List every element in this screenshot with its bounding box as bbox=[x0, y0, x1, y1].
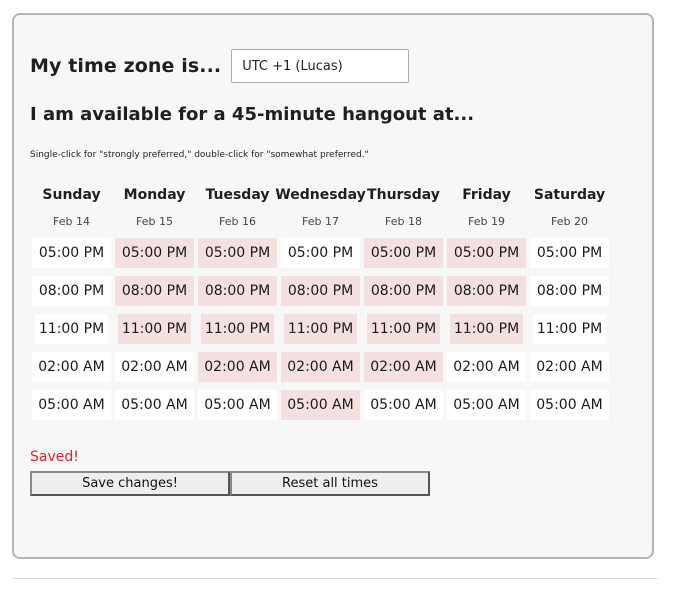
time-slot[interactable]: 11:00 PM bbox=[117, 314, 192, 344]
action-buttons: Save changes! Reset all times bbox=[30, 471, 430, 496]
time-slot[interactable]: 05:00 AM bbox=[115, 390, 194, 420]
day-date: Feb 18 bbox=[385, 215, 422, 228]
time-slot[interactable]: 11:00 PM bbox=[283, 314, 358, 344]
time-slot[interactable]: 08:00 PM bbox=[115, 276, 194, 306]
day-column-thursday: Thursday Feb 18 05:00 PM 08:00 PM 11:00 … bbox=[362, 184, 445, 420]
time-slot[interactable]: 05:00 PM bbox=[281, 238, 360, 268]
availability-heading: I am available for a 45-minute hangout a… bbox=[30, 104, 475, 125]
time-slot[interactable]: 08:00 PM bbox=[447, 276, 526, 306]
day-column-sunday: Sunday Feb 14 05:00 PM 08:00 PM 11:00 PM… bbox=[30, 184, 113, 420]
time-slot[interactable]: 11:00 PM bbox=[532, 314, 607, 344]
time-slot[interactable]: 05:00 PM bbox=[198, 238, 277, 268]
time-slot[interactable]: 02:00 AM bbox=[281, 352, 360, 382]
time-slot[interactable]: 08:00 PM bbox=[32, 276, 111, 306]
time-slot[interactable]: 08:00 PM bbox=[281, 276, 360, 306]
time-slot[interactable]: 08:00 PM bbox=[364, 276, 443, 306]
time-slot[interactable]: 05:00 AM bbox=[447, 390, 526, 420]
time-slot[interactable]: 05:00 PM bbox=[115, 238, 194, 268]
time-slot[interactable]: 05:00 AM bbox=[198, 390, 277, 420]
instructions-text: Single-click for "strongly preferred," d… bbox=[30, 150, 369, 160]
time-slot[interactable]: 08:00 PM bbox=[198, 276, 277, 306]
time-slot[interactable]: 05:00 AM bbox=[32, 390, 111, 420]
day-name: Tuesday bbox=[205, 187, 270, 203]
timezone-input[interactable] bbox=[231, 49, 410, 83]
day-column-wednesday: Wednesday Feb 17 05:00 PM 08:00 PM 11:00… bbox=[275, 184, 366, 420]
time-slot[interactable]: 11:00 PM bbox=[200, 314, 275, 344]
day-date: Feb 20 bbox=[551, 215, 588, 228]
day-name: Saturday bbox=[533, 187, 606, 203]
time-slot[interactable]: 02:00 AM bbox=[32, 352, 111, 382]
day-name: Sunday bbox=[42, 187, 101, 203]
time-slot[interactable]: 02:00 AM bbox=[530, 352, 609, 382]
time-slot[interactable]: 05:00 PM bbox=[447, 238, 526, 268]
day-column-saturday: Saturday Feb 20 05:00 PM 08:00 PM 11:00 … bbox=[528, 184, 611, 420]
timezone-row: My time zone is... bbox=[30, 49, 410, 83]
availability-grid: Sunday Feb 14 05:00 PM 08:00 PM 11:00 PM… bbox=[30, 184, 614, 420]
bottom-divider bbox=[12, 578, 658, 579]
day-date: Feb 19 bbox=[468, 215, 505, 228]
day-date: Feb 14 bbox=[53, 215, 90, 228]
reset-times-button[interactable]: Reset all times bbox=[230, 471, 430, 496]
time-slot[interactable]: 05:00 AM bbox=[281, 390, 360, 420]
time-slot[interactable]: 11:00 PM bbox=[366, 314, 441, 344]
time-slot[interactable]: 02:00 AM bbox=[115, 352, 194, 382]
day-name: Monday bbox=[123, 187, 186, 203]
time-slot[interactable]: 05:00 AM bbox=[530, 390, 609, 420]
save-changes-button[interactable]: Save changes! bbox=[30, 471, 230, 496]
day-name: Friday bbox=[462, 187, 511, 203]
time-slot[interactable]: 02:00 AM bbox=[364, 352, 443, 382]
day-date: Feb 15 bbox=[136, 215, 173, 228]
day-name: Wednesday bbox=[275, 187, 366, 203]
timezone-label: My time zone is... bbox=[30, 55, 222, 77]
time-slot[interactable]: 05:00 AM bbox=[364, 390, 443, 420]
time-slot[interactable]: 05:00 PM bbox=[364, 238, 443, 268]
day-date: Feb 16 bbox=[219, 215, 256, 228]
day-column-friday: Friday Feb 19 05:00 PM 08:00 PM 11:00 PM… bbox=[445, 184, 528, 420]
time-slot[interactable]: 11:00 PM bbox=[449, 314, 524, 344]
save-status-text: Saved! bbox=[30, 449, 79, 465]
time-slot[interactable]: 05:00 PM bbox=[32, 238, 111, 268]
time-slot[interactable]: 02:00 AM bbox=[198, 352, 277, 382]
day-column-tuesday: Tuesday Feb 16 05:00 PM 08:00 PM 11:00 P… bbox=[196, 184, 279, 420]
time-slot[interactable]: 05:00 PM bbox=[530, 238, 609, 268]
time-slot[interactable]: 02:00 AM bbox=[447, 352, 526, 382]
day-date: Feb 17 bbox=[302, 215, 339, 228]
day-column-monday: Monday Feb 15 05:00 PM 08:00 PM 11:00 PM… bbox=[113, 184, 196, 420]
time-slot[interactable]: 08:00 PM bbox=[530, 276, 609, 306]
time-slot[interactable]: 11:00 PM bbox=[34, 314, 109, 344]
day-name: Thursday bbox=[367, 187, 440, 203]
